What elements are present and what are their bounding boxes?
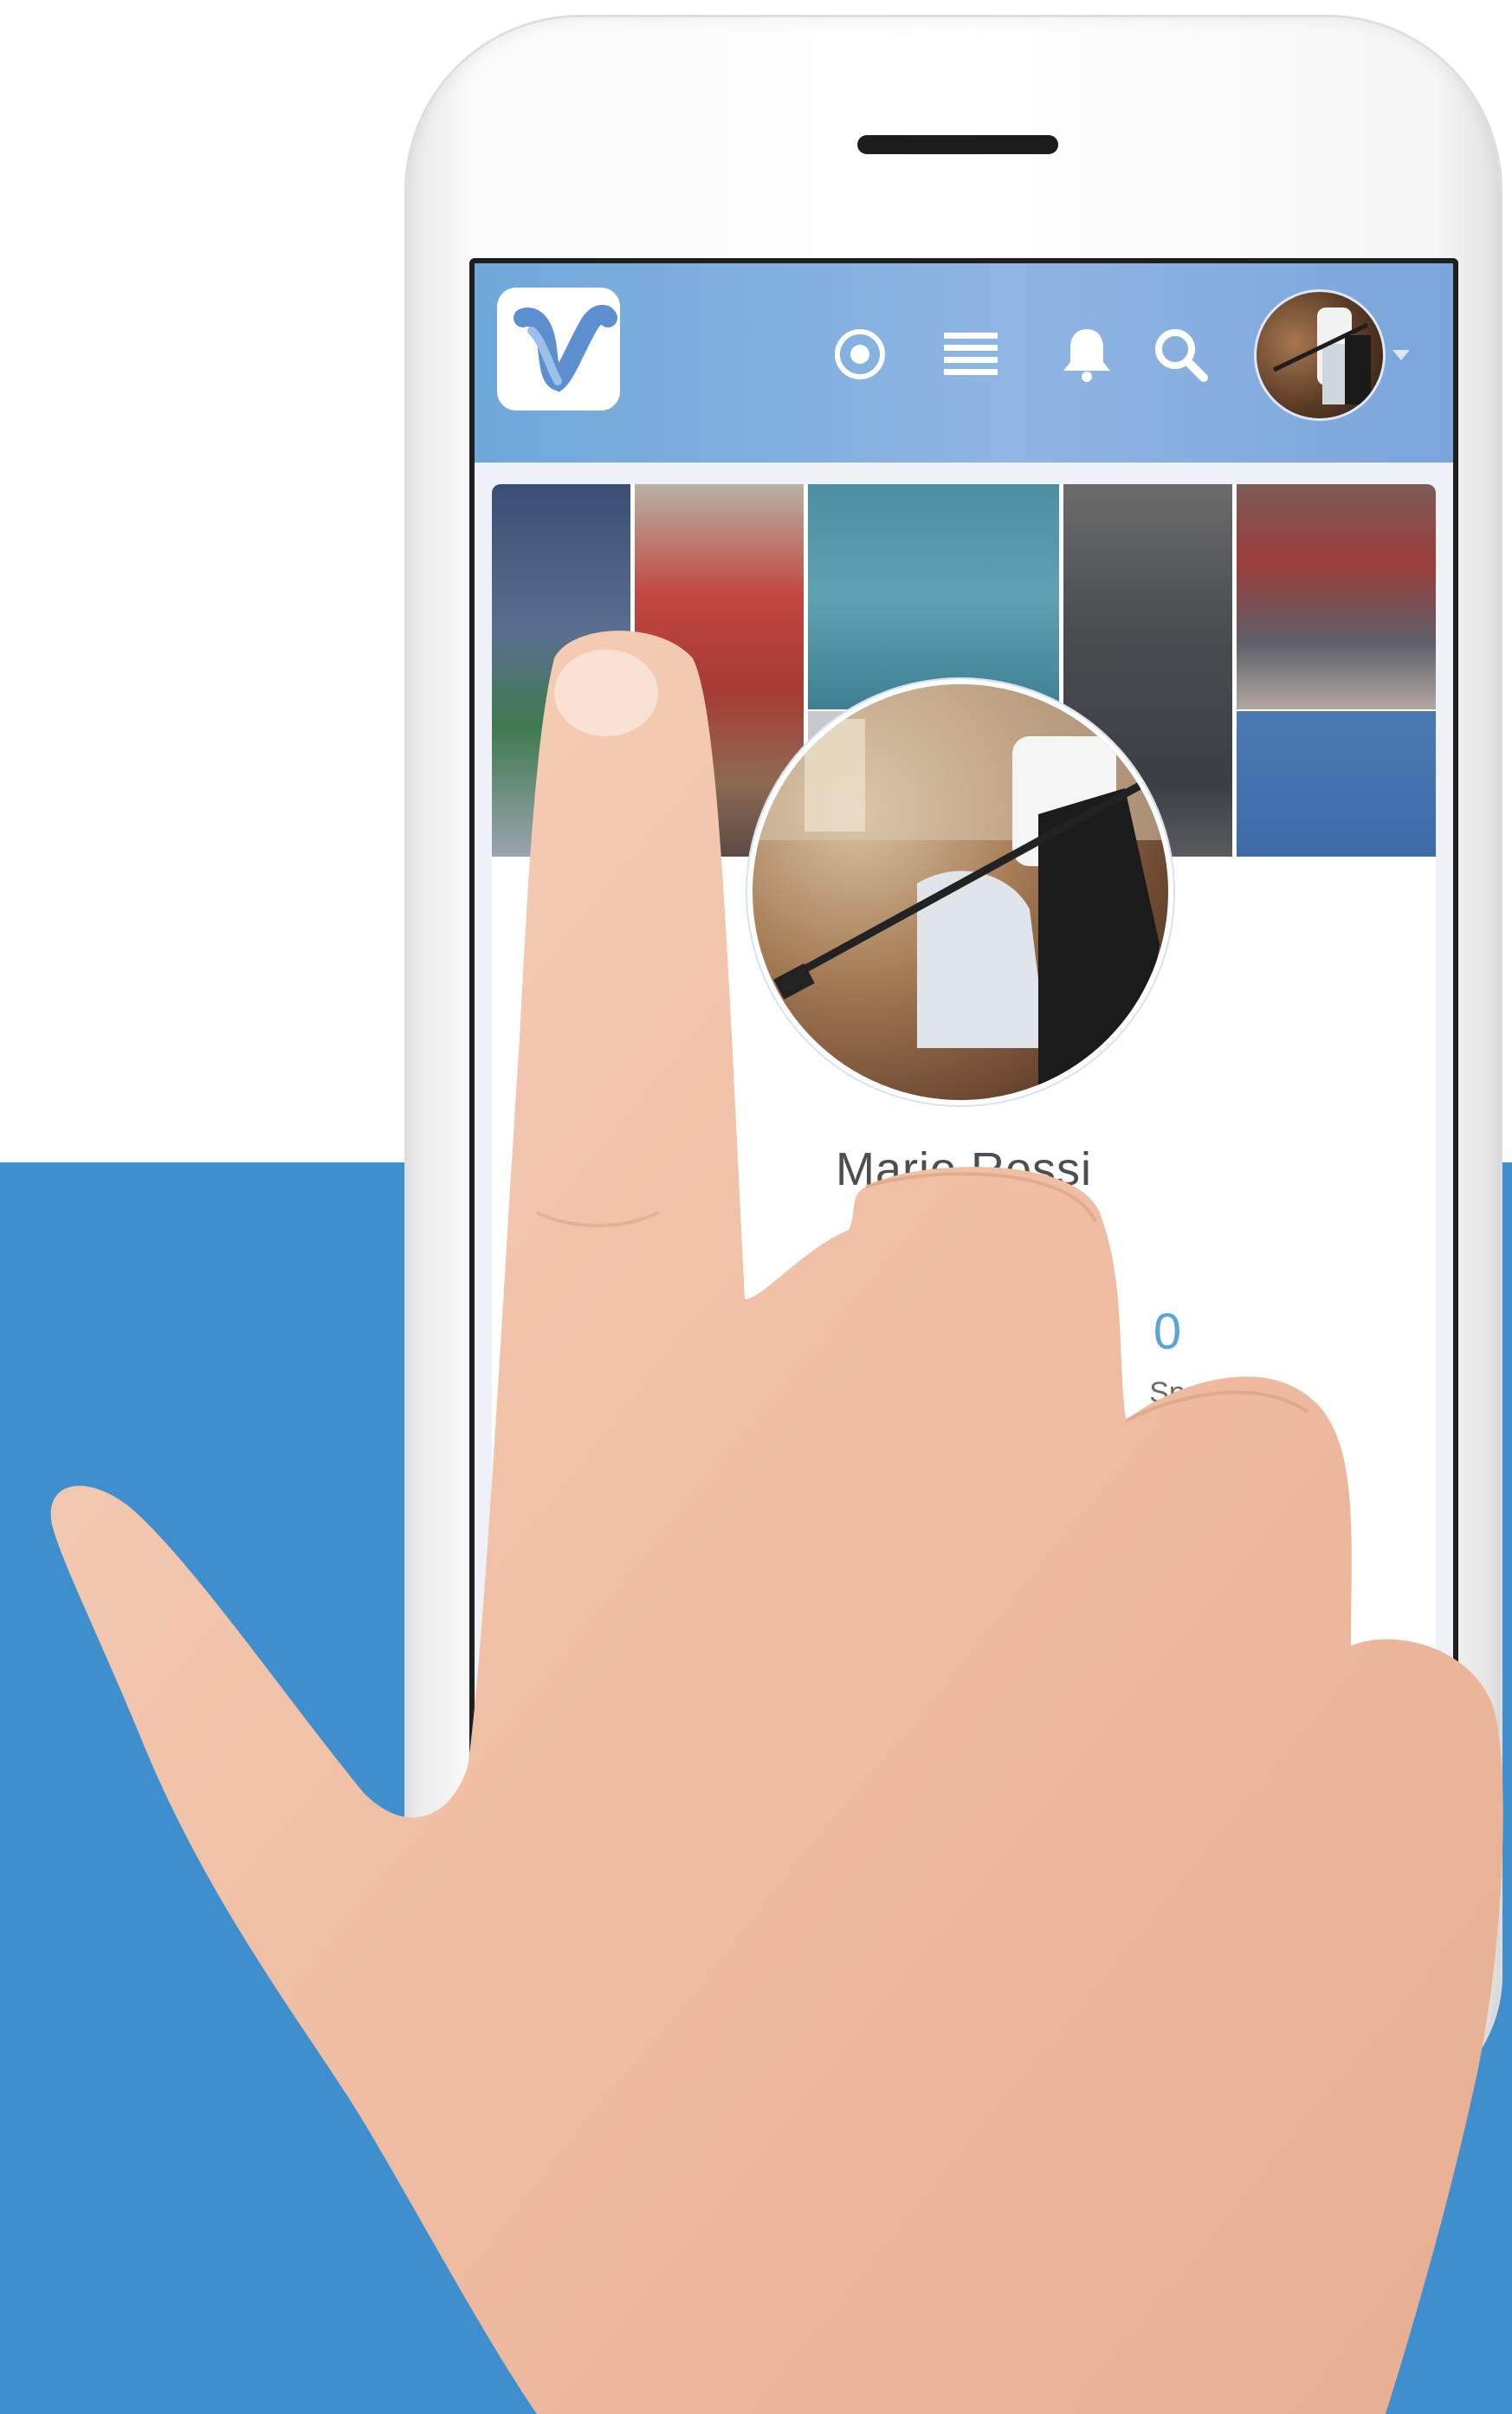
smartphone: Mario Rossi Attività ni e 0 Mi 0 Sp xyxy=(407,17,1500,2113)
target-icon[interactable] xyxy=(830,324,890,385)
menu-list-icon[interactable] xyxy=(940,324,1001,385)
phone-screen: Mario Rossi Attività ni e 0 Mi 0 Sp xyxy=(469,258,1458,1914)
cover-tile-swimming xyxy=(808,484,1059,709)
stat-value-1: 0 xyxy=(676,1304,706,1360)
stat-value-2: 0 xyxy=(1153,1304,1182,1360)
chevron-down-icon[interactable] xyxy=(1392,350,1410,360)
profile-picture[interactable] xyxy=(747,679,1173,1105)
phone-speaker xyxy=(857,135,1058,154)
profile-card: Mario Rossi Attività ni e 0 Mi 0 Sp xyxy=(492,484,1436,1909)
search-icon[interactable] xyxy=(1150,324,1211,385)
bell-icon[interactable] xyxy=(1056,324,1117,385)
stat-label-1: Mi xyxy=(675,1376,707,1409)
app-topbar xyxy=(475,263,1453,463)
profile-description: Attività ni e xyxy=(900,1225,1028,1253)
profile-name: Mario Rossi xyxy=(835,1143,1093,1195)
user-avatar[interactable] xyxy=(1254,289,1386,421)
cover-tile-tennis xyxy=(1237,711,1436,857)
cover-tile-rugby xyxy=(1237,484,1436,709)
cover-tile-stadium xyxy=(492,484,630,857)
stat-label-2: Sp xyxy=(1149,1376,1186,1409)
v-logo-icon[interactable] xyxy=(497,288,620,411)
